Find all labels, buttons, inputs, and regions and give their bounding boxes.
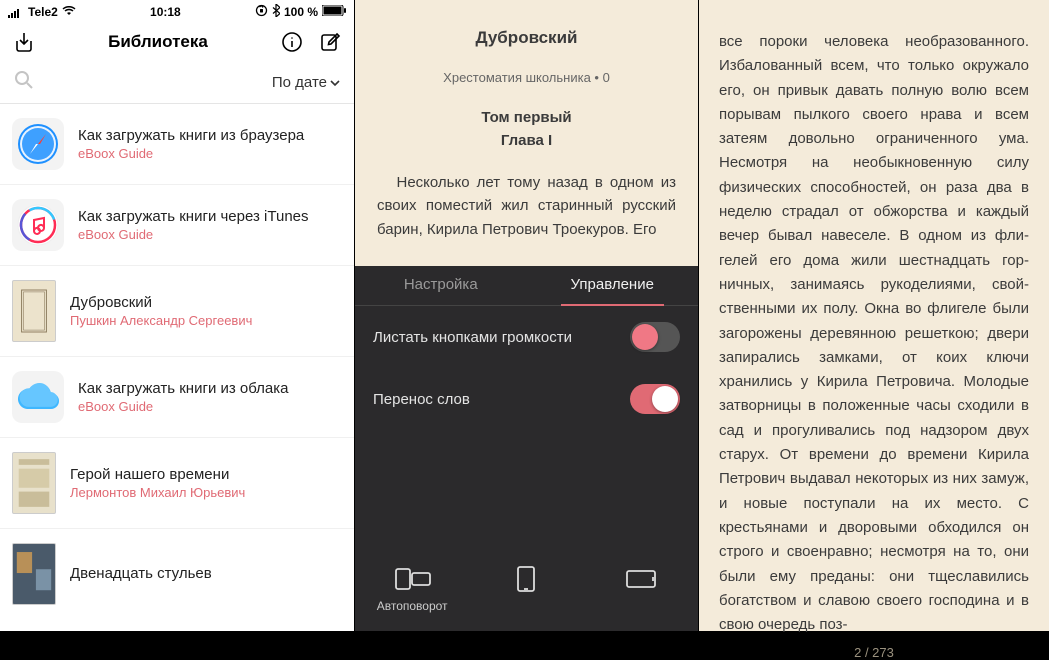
itunes-icon: [12, 199, 64, 251]
rotation-lock-icon: [255, 4, 268, 20]
book-author: Лермонтов Михаил Юрьевич: [70, 485, 245, 500]
book-title: Дубровский: [70, 294, 252, 311]
info-button[interactable]: [280, 30, 304, 54]
book-title: Двенадцать стульев: [70, 565, 212, 582]
search-icon[interactable]: [14, 70, 34, 95]
book-author: eBoox Guide: [78, 146, 304, 161]
list-item[interactable]: Как загружать книги через iTunes eBoox Gu…: [0, 185, 354, 266]
autorotate-icon: [392, 565, 432, 593]
search-row: По дате: [0, 64, 354, 104]
wifi-icon: [62, 5, 76, 19]
autorotate-button[interactable]: Автоповорот: [372, 565, 452, 613]
list-item[interactable]: Как загружать книги из браузера eBoox Gui…: [0, 104, 354, 185]
book-cover-icon: [12, 452, 56, 514]
portrait-icon: [506, 565, 546, 593]
chevron-down-icon: [330, 78, 340, 88]
reader-panel: Дубровский Хрестоматия школьника • 0 Том…: [355, 0, 699, 631]
volume-flip-row: Листать кнопками громкости: [355, 306, 698, 368]
page-counter: 2 / 273: [719, 637, 1029, 660]
list-item[interactable]: Двенадцать стульев: [0, 529, 354, 619]
navbar: Библиотека: [0, 24, 354, 64]
status-bar: Tele2 10:18 100 %: [0, 0, 354, 24]
portrait-button[interactable]: [486, 565, 566, 613]
section-title: Том первый: [377, 109, 676, 126]
list-item[interactable]: Герой нашего времени Лермонтов Михаил Юрь…: [0, 438, 354, 529]
autorotate-label: Автоповорот: [377, 599, 448, 613]
book-title: Как загружать книги из облака: [78, 380, 289, 397]
volume-flip-toggle[interactable]: [630, 322, 680, 352]
book-title: Как загружать книги через iTunes: [78, 208, 309, 225]
document-title: Дубровский: [377, 28, 676, 48]
book-list: Как загружать книги из браузера eBoox Gui…: [0, 104, 354, 631]
book-author: Пушкин Александр Сергеевич: [70, 313, 252, 328]
book-cover-icon: [12, 280, 56, 342]
signal-icon: [8, 5, 24, 19]
page-title: Библиотека: [108, 32, 208, 52]
sort-label-text: По дате: [272, 74, 327, 91]
reader-text-area[interactable]: Дубровский Хрестоматия школьника • 0 Том…: [355, 0, 698, 241]
book-author: eBoox Guide: [78, 399, 289, 414]
tabset: Настройка Управление: [355, 266, 698, 306]
clock-label: 10:18: [150, 5, 181, 19]
battery-label: 100 %: [284, 5, 318, 19]
book-title: Герой нашего времени: [70, 466, 245, 483]
page-body-text: все пороки человека необразованного. Изб…: [719, 30, 1029, 637]
landscape-icon: [621, 565, 661, 593]
sort-toggle[interactable]: По дате: [272, 74, 340, 91]
settings-overlay: Настройка Управление Листать кнопками гр…: [355, 266, 698, 631]
hyphenation-toggle[interactable]: [630, 384, 680, 414]
safari-icon: [12, 118, 64, 170]
bluetooth-icon: [272, 4, 280, 20]
book-author: eBoox Guide: [78, 227, 309, 242]
import-button[interactable]: [12, 30, 36, 54]
tab-settings[interactable]: Настройка: [355, 266, 527, 305]
tab-control[interactable]: Управление: [527, 266, 699, 305]
list-item[interactable]: Как загружать книги из облака eBoox Guide: [0, 357, 354, 438]
hyphenation-row: Перенос слов: [355, 368, 698, 430]
library-panel: Tele2 10:18 100 % Библиотека: [0, 0, 355, 631]
compose-button[interactable]: [318, 30, 342, 54]
document-meta: Хрестоматия школьника • 0: [377, 70, 676, 85]
landscape-button[interactable]: [601, 565, 681, 613]
rotation-row: Автоповорот: [355, 555, 698, 631]
page-panel[interactable]: все пороки человека необразованного. Изб…: [699, 0, 1049, 631]
cloud-icon: [12, 371, 64, 423]
book-cover-icon: [12, 543, 56, 605]
paragraph-text: Несколько лет тому назад в одном из свои…: [377, 171, 676, 241]
hyphenation-label: Перенос слов: [373, 391, 470, 408]
volume-flip-label: Листать кнопками громкости: [373, 329, 572, 346]
book-title: Как загружать книги из браузера: [78, 127, 304, 144]
chapter-title: Глава I: [377, 132, 676, 149]
carrier-label: Tele2: [28, 5, 58, 19]
list-item[interactable]: Дубровский Пушкин Александр Сергеевич: [0, 266, 354, 357]
battery-icon: [322, 5, 346, 19]
